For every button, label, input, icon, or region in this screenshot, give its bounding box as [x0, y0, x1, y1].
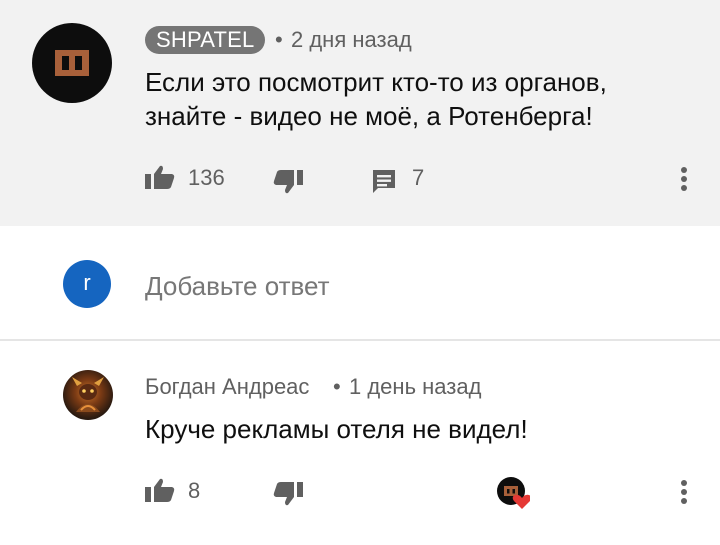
dislike-icon-2[interactable] [273, 482, 303, 506]
comment-author-2[interactable]: Богдан Андреас [145, 373, 309, 401]
creator-heart-icon [497, 477, 530, 509]
comment-text-2: Круче рекламы отеля не видел! [145, 414, 528, 444]
author-name-badge[interactable]: SHPATEL [145, 26, 266, 54]
more-options-icon-2[interactable] [680, 480, 688, 507]
warrior-avatar-icon [72, 377, 104, 412]
author-avatar[interactable] [32, 23, 112, 103]
more-options-icon[interactable] [680, 167, 688, 194]
user-avatar: r [63, 260, 111, 308]
dot-separator-2: • [333, 374, 341, 399]
comment-text-line-2: знайте - видео не моё, а Ротенберга! [145, 101, 593, 131]
dislike-icon[interactable] [273, 170, 303, 194]
like-icon[interactable] [145, 165, 175, 189]
reply-comment-icon[interactable] [371, 168, 397, 194]
add-reply-input[interactable]: Добавьте ответ [145, 270, 330, 302]
like-count-2: 8 [188, 478, 201, 503]
author-avatar-2[interactable] [63, 370, 113, 420]
reply-count: 7 [412, 165, 425, 190]
dot-separator: • [275, 27, 283, 52]
like-count: 136 [188, 165, 225, 190]
comment-time-2: 1 день назад [349, 374, 482, 399]
like-icon-2[interactable] [145, 478, 175, 502]
sha-letter-icon [55, 50, 89, 76]
comment-time: 2 дня назад [291, 27, 412, 52]
divider [0, 339, 720, 341]
comment-text-line-1: Если это посмотрит кто-то из органов, [145, 67, 607, 97]
